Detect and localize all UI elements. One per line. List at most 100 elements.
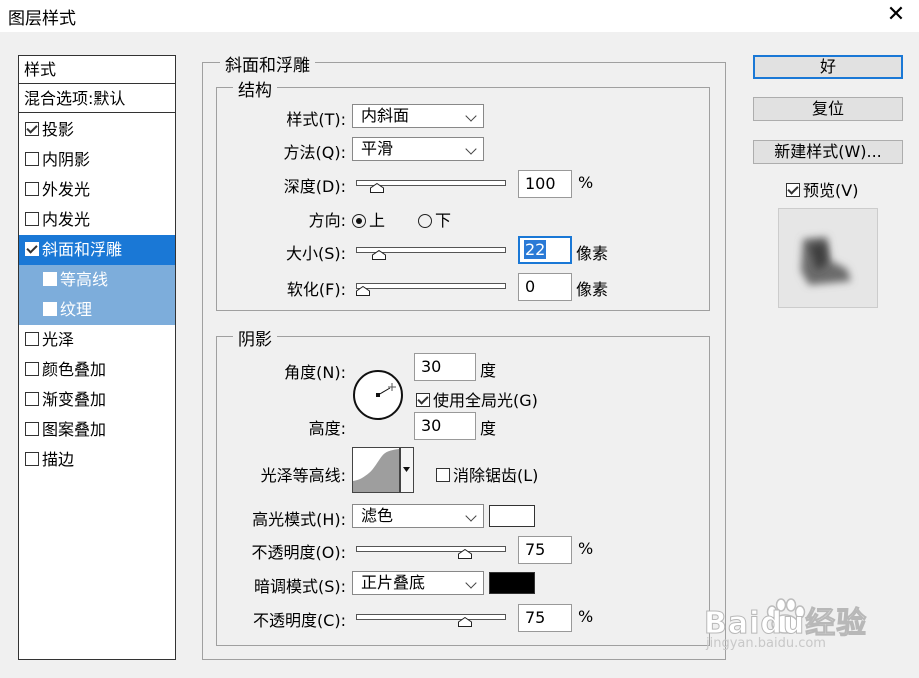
- gloss-contour-label: 光泽等高线:: [260, 466, 346, 485]
- altitude-input[interactable]: 30: [414, 412, 476, 440]
- style-item-4[interactable]: 斜面和浮雕: [19, 235, 175, 265]
- shadow-color-swatch[interactable]: [489, 572, 535, 594]
- style-item-label: 颜色叠加: [42, 360, 107, 379]
- baidu-jingyan-watermark: Baidu经验 jingyan.baidu.com: [700, 596, 910, 656]
- ok-button[interactable]: 好: [753, 55, 903, 79]
- shadow-opacity-unit: %: [578, 607, 594, 626]
- style-item-label: 等高线: [60, 270, 109, 289]
- soften-input[interactable]: 0: [518, 273, 572, 301]
- technique-select[interactable]: 平滑: [352, 137, 484, 161]
- global-light-checkbox[interactable]: 使用全局光(G): [416, 387, 538, 411]
- checkbox-unchecked-icon[interactable]: [25, 362, 39, 376]
- style-item-5[interactable]: 等高线: [19, 265, 175, 295]
- shadow-mode-select[interactable]: 正片叠底: [352, 571, 484, 595]
- angle-input[interactable]: 30: [414, 353, 476, 381]
- style-item-10[interactable]: 图案叠加: [19, 415, 175, 445]
- size-input[interactable]: 22: [518, 236, 572, 264]
- gloss-contour-picker[interactable]: [352, 447, 414, 493]
- direction-down-label: 下: [435, 211, 452, 230]
- style-item-3[interactable]: 内发光: [19, 205, 175, 235]
- checkbox-unchecked-icon[interactable]: [25, 152, 39, 166]
- structure-title: 结构: [233, 76, 277, 101]
- style-item-label: 渐变叠加: [42, 390, 107, 409]
- style-item-label: 内阴影: [42, 150, 91, 169]
- reset-button[interactable]: 复位: [753, 97, 903, 121]
- style-item-6[interactable]: 纹理: [19, 295, 175, 325]
- shadow-mode-label: 暗调模式(S):: [253, 577, 346, 596]
- style-item-1[interactable]: 内阴影: [19, 145, 175, 175]
- bevel-emboss-title: 斜面和浮雕: [220, 51, 315, 76]
- checkbox-checked-icon: [416, 393, 430, 407]
- size-value: 22: [524, 240, 547, 259]
- checkbox-unchecked-icon[interactable]: [25, 332, 39, 346]
- preview-checkbox[interactable]: 预览(V): [786, 177, 858, 201]
- highlight-opacity-unit: %: [578, 539, 594, 558]
- soften-label: 软化(F):: [286, 280, 346, 299]
- soften-slider-thumb[interactable]: [356, 286, 370, 296]
- checkbox-checked-icon[interactable]: [25, 242, 39, 256]
- global-light-label: 使用全局光(G): [433, 391, 538, 410]
- highlight-opacity-slider-track[interactable]: [356, 546, 506, 552]
- soften-unit: 像素: [576, 280, 609, 299]
- chevron-down-icon: [465, 510, 477, 522]
- checkbox-unchecked-icon[interactable]: [25, 182, 39, 196]
- style-item-label: 外发光: [42, 180, 91, 199]
- checkbox-unchecked-icon[interactable]: [43, 272, 57, 286]
- style-list-header: 样式: [19, 56, 175, 84]
- direction-down-radio[interactable]: 下: [418, 207, 451, 231]
- altitude-unit: 度: [480, 419, 497, 438]
- close-button[interactable]: ✕: [876, 0, 916, 32]
- shadow-opacity-input[interactable]: 75: [518, 604, 572, 632]
- style-label: 样式(T):: [286, 110, 346, 129]
- size-slider-thumb[interactable]: [372, 250, 387, 260]
- style-item-label: 描边: [42, 450, 75, 469]
- checkbox-unchecked-icon[interactable]: [25, 212, 39, 226]
- chevron-down-icon: [465, 110, 477, 122]
- style-item-0[interactable]: 投影: [19, 115, 175, 145]
- technique-value: 平滑: [361, 139, 394, 158]
- angle-label: 角度(N):: [284, 363, 346, 382]
- highlight-mode-label: 高光模式(H):: [252, 510, 346, 529]
- depth-input[interactable]: 100: [518, 170, 572, 198]
- style-item-label: 光泽: [42, 330, 75, 349]
- highlight-opacity-slider-thumb[interactable]: [458, 549, 472, 559]
- chevron-down-icon: [465, 577, 477, 589]
- direction-up-radio[interactable]: 上: [352, 207, 385, 231]
- shadow-opacity-slider-thumb[interactable]: [458, 617, 472, 627]
- angle-dial-icon[interactable]: [352, 369, 404, 421]
- checkbox-unchecked-icon[interactable]: [25, 422, 39, 436]
- checkbox-unchecked-icon[interactable]: [25, 392, 39, 406]
- new-style-button[interactable]: 新建样式(W)...: [753, 140, 903, 164]
- checkbox-checked-icon[interactable]: [25, 122, 39, 136]
- highlight-mode-select[interactable]: 滤色: [352, 504, 484, 528]
- title-bar: [0, 0, 919, 32]
- style-item-8[interactable]: 颜色叠加: [19, 355, 175, 385]
- style-item-2[interactable]: 外发光: [19, 175, 175, 205]
- style-item-label: 斜面和浮雕: [42, 240, 123, 259]
- style-item-9[interactable]: 渐变叠加: [19, 385, 175, 415]
- style-item-7[interactable]: 光泽: [19, 325, 175, 355]
- style-item-label: 图案叠加: [42, 420, 107, 439]
- antialias-checkbox[interactable]: 消除锯齿(L): [436, 462, 538, 486]
- blend-options-item[interactable]: 混合选项:默认: [19, 85, 175, 113]
- radio-on-icon: [352, 214, 366, 228]
- style-list: 样式 混合选项:默认 投影内阴影外发光内发光斜面和浮雕等高线纹理光泽颜色叠加渐变…: [18, 55, 176, 660]
- size-unit: 像素: [576, 244, 609, 263]
- shadow-opacity-slider-track[interactable]: [356, 614, 506, 620]
- checkbox-unchecked-icon[interactable]: [25, 452, 39, 466]
- shadow-opacity-label: 不透明度(C):: [252, 611, 346, 630]
- style-item-11[interactable]: 描边: [19, 445, 175, 475]
- size-label: 大小(S):: [285, 244, 346, 263]
- style-item-label: 投影: [42, 120, 75, 139]
- checkbox-unchecked-icon: [436, 468, 450, 482]
- bevel-style-select[interactable]: 内斜面: [352, 104, 484, 128]
- checkbox-unchecked-icon[interactable]: [43, 302, 57, 316]
- direction-up-label: 上: [369, 211, 386, 230]
- depth-slider-thumb[interactable]: [369, 183, 384, 193]
- soften-slider-track[interactable]: [356, 283, 506, 289]
- shadow-mode-value: 正片叠底: [361, 573, 426, 592]
- highlight-color-swatch[interactable]: [489, 505, 535, 527]
- highlight-opacity-input[interactable]: 75: [518, 536, 572, 564]
- style-item-label: 纹理: [60, 300, 93, 319]
- angle-unit: 度: [480, 361, 497, 380]
